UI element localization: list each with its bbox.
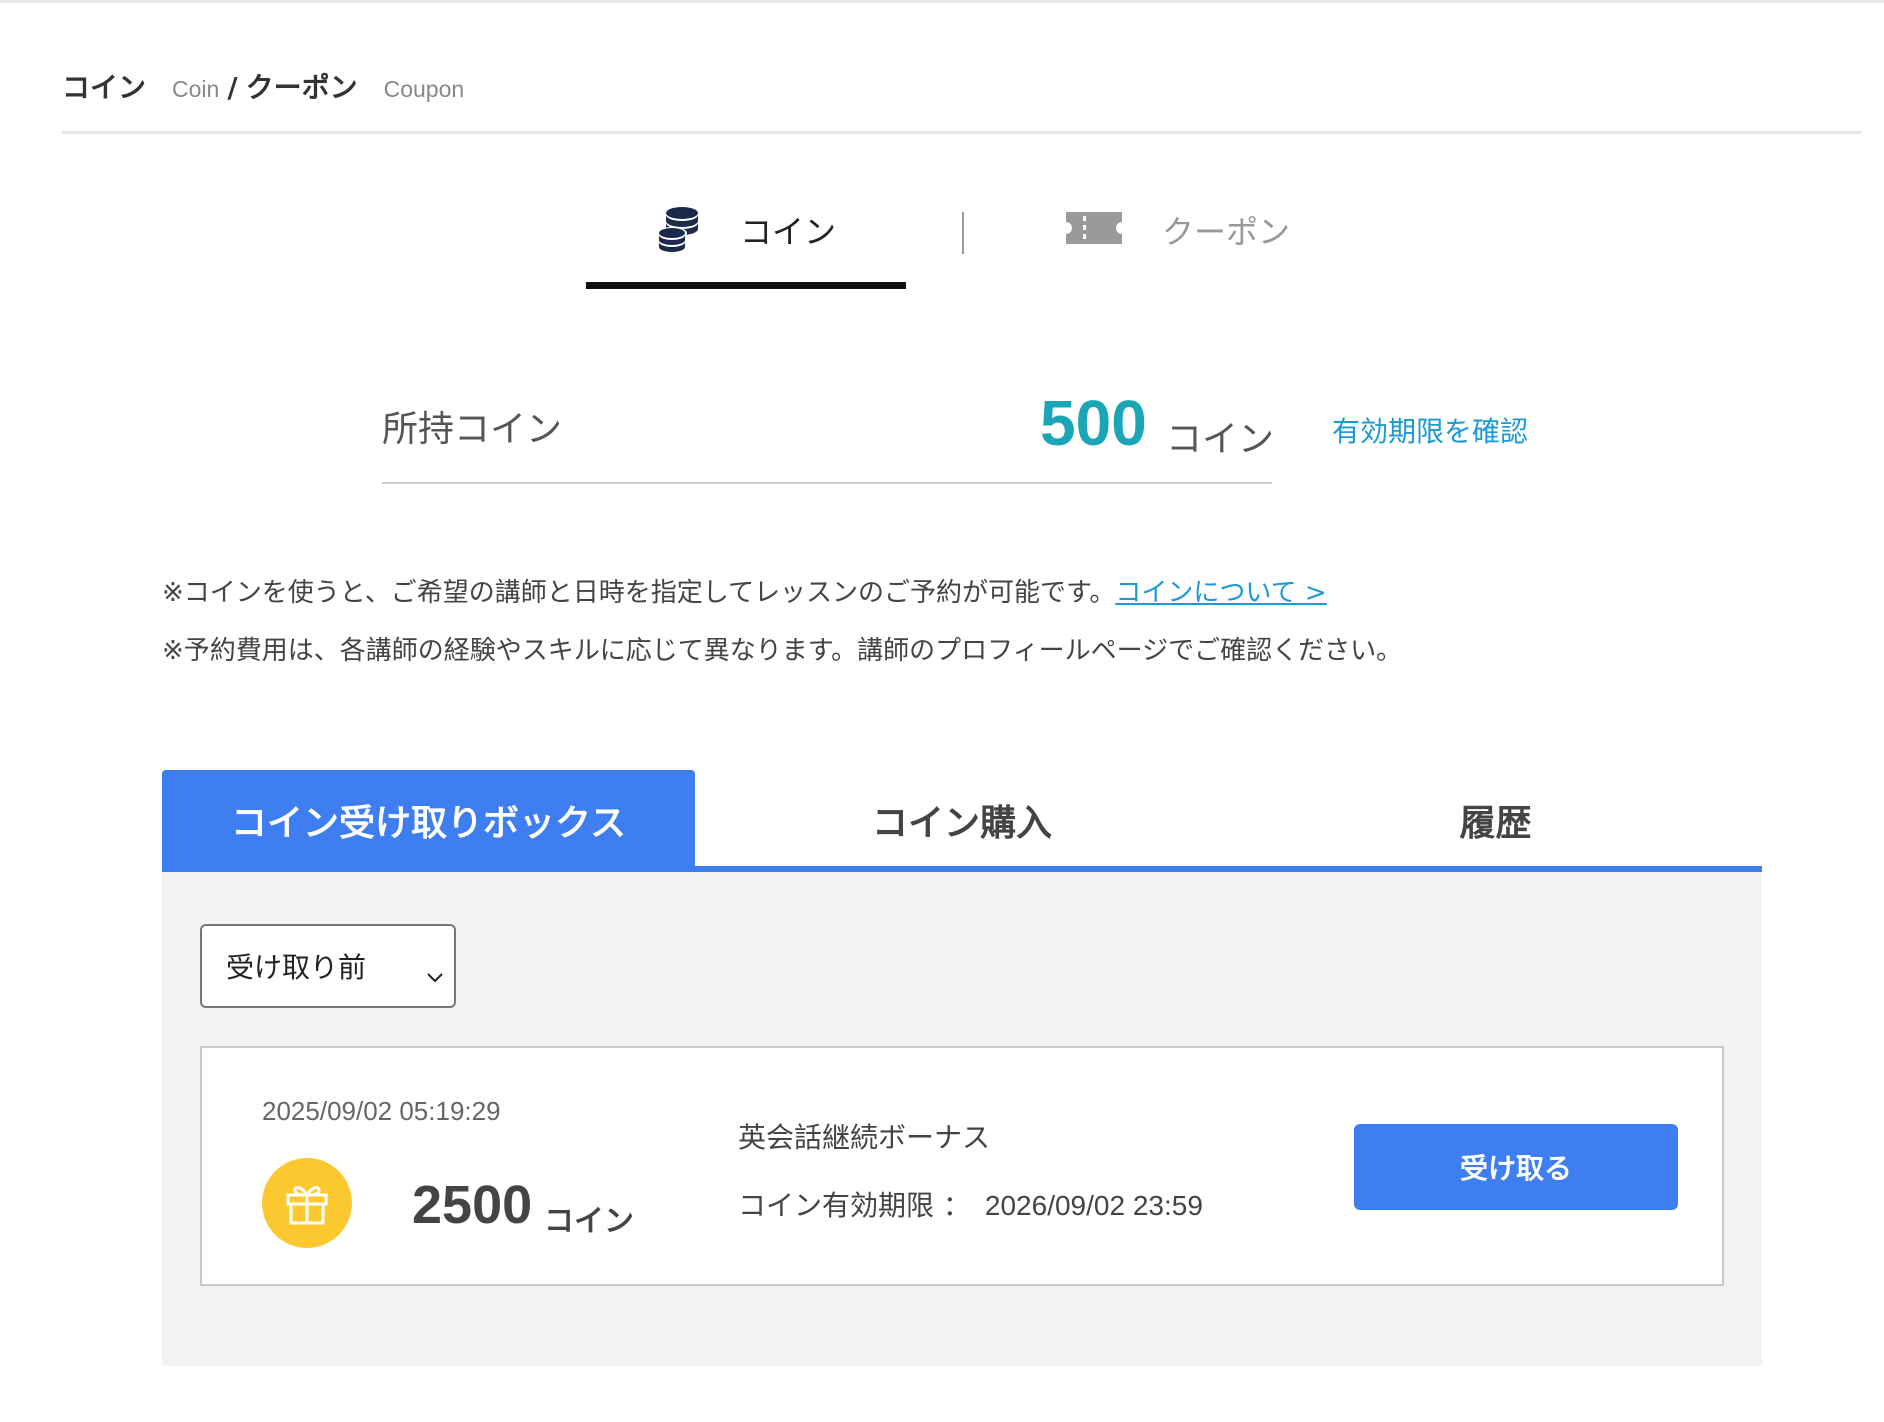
gift-amount: 2500 — [412, 1175, 533, 1235]
balance-label: 所持コイン — [382, 409, 563, 450]
gift-icon — [262, 1158, 352, 1248]
tab-coin[interactable]: コイン — [654, 200, 836, 260]
tab-coupon[interactable]: クーポン — [1064, 200, 1290, 260]
receive-button[interactable]: 受け取る — [1354, 1124, 1678, 1210]
note-coin-usage: ※コインを使うと、ご希望の講師と日時を指定してレッスンのご予約が可能です。コイン… — [162, 572, 1327, 609]
page-title-coin-en: Coin — [172, 76, 220, 102]
tab-coupon-label: クーポン — [1162, 213, 1291, 251]
page-title-coupon: クーポン — [245, 71, 358, 104]
gift-expiry: コイン有効期限 ： 2026/09/02 23:59 — [738, 1184, 1203, 1224]
ticket-icon — [1064, 210, 1124, 250]
chevron-down-icon — [426, 958, 444, 991]
gift-title: 英会話継続ボーナス — [738, 1121, 991, 1154]
page-title: コイン Coin / クーポン Coupon — [62, 66, 464, 112]
coin-gift-card: 2025/09/02 05:19:29 2500 コイン 英会話継続ボーナス コ… — [200, 1046, 1724, 1286]
gift-unit: コイン — [544, 1204, 634, 1239]
note-coin-usage-text: ※コインを使うと、ご希望の講師と日時を指定してレッスンのご予約が可能です。 — [162, 578, 1116, 608]
balance-divider — [382, 482, 1272, 484]
about-coins-link[interactable]: コインについて > — [1115, 578, 1326, 608]
tab-separator — [962, 212, 964, 254]
tab-coin-receive-box[interactable]: コイン受け取りボックス — [162, 770, 695, 870]
coin-sub-tabs: コイン受け取りボックス コイン購入 履歴 — [162, 770, 1762, 872]
gift-expiry-label: コイン有効期限 ： — [738, 1189, 971, 1222]
gift-expiry-value: 2026/09/02 23:59 — [984, 1190, 1203, 1221]
page-title-coupon-en: Coupon — [383, 76, 465, 102]
tab-history[interactable]: 履歴 — [1229, 770, 1762, 870]
active-tab-indicator — [586, 282, 906, 289]
status-filter-value: 受け取り前 — [226, 951, 367, 984]
balance-value: 500 — [1040, 387, 1147, 459]
page-title-coin: コイン — [62, 71, 147, 104]
check-expiry-link[interactable]: 有効期限を確認 — [1332, 410, 1528, 450]
status-filter-select[interactable]: 受け取り前 — [200, 924, 456, 1008]
note-pricing: ※予約費用は、各講師の経験やスキルに応じて異なります。講師のプロフィールページで… — [162, 636, 1403, 666]
coins-icon — [654, 204, 702, 256]
top-border — [0, 0, 1884, 3]
tab-coin-label: コイン — [740, 213, 837, 251]
heading-divider — [62, 131, 1862, 134]
balance-unit: コイン — [1166, 419, 1275, 460]
receive-box-panel: 受け取り前 2025/09/02 05:19:29 2500 コイン 英会話継続… — [162, 872, 1762, 1366]
tab-coin-purchase[interactable]: コイン購入 — [695, 770, 1229, 870]
page-title-separator: / — [227, 71, 238, 104]
gift-date: 2025/09/02 05:19:29 — [262, 1096, 501, 1126]
